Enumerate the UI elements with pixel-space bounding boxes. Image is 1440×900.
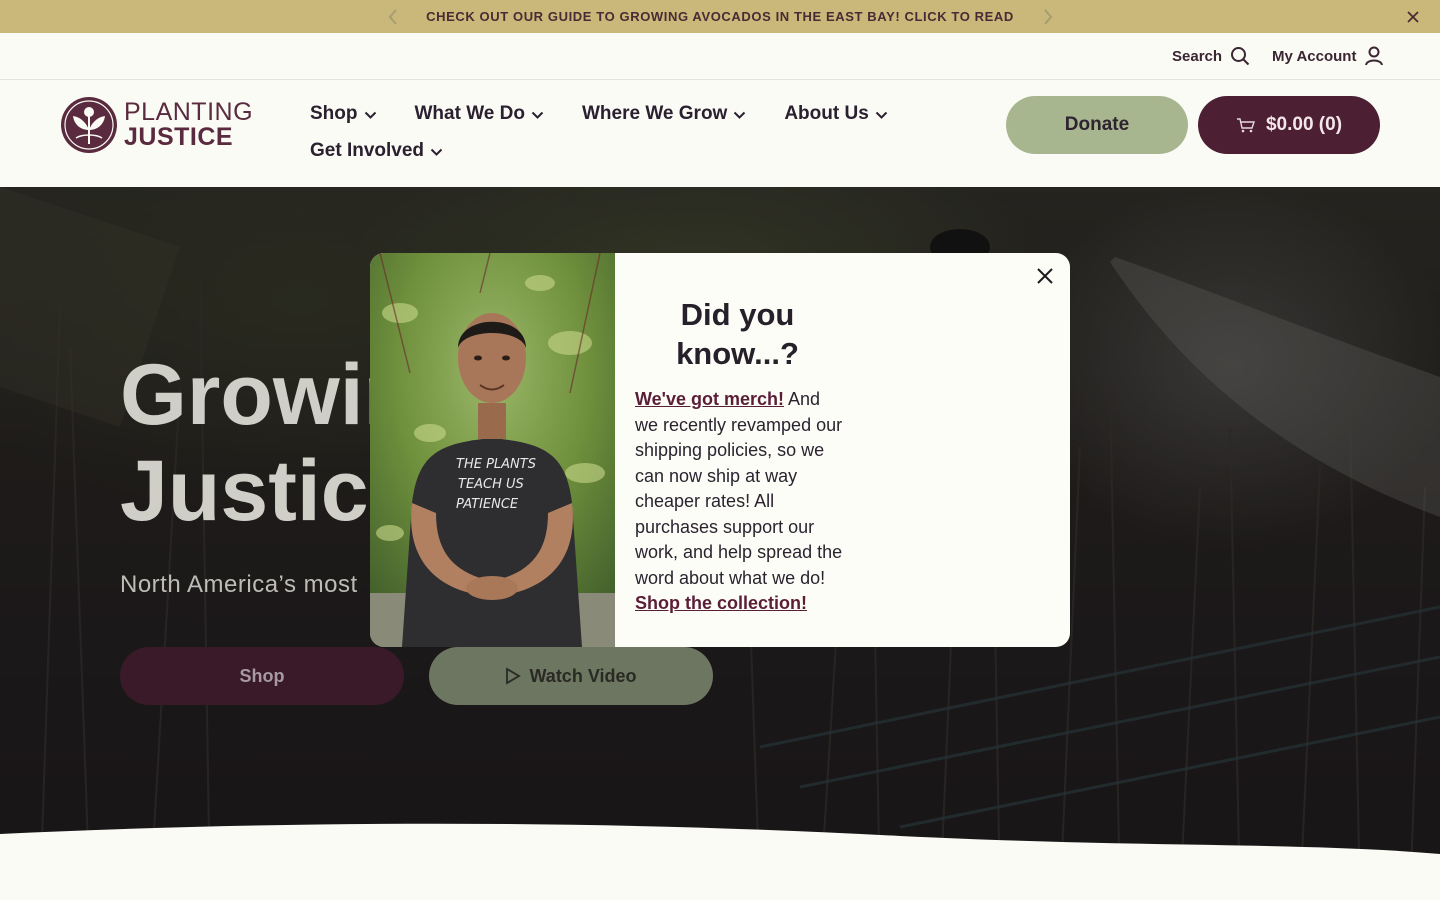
donate-button[interactable]: Donate — [1006, 96, 1188, 154]
utility-bar: Search My Account — [0, 33, 1440, 80]
hero-subtitle: North America’s most — [120, 571, 358, 598]
chevron-down-icon — [531, 111, 544, 119]
play-icon — [506, 667, 522, 685]
nav-item-shop[interactable]: Shop — [310, 102, 377, 125]
search-label: Search — [1172, 47, 1223, 65]
main-nav: Shop What We Do Where We Grow About Us G… — [310, 102, 930, 162]
nav-item-label: About Us — [784, 102, 869, 124]
chevron-down-icon — [430, 148, 443, 156]
cart-icon — [1236, 118, 1255, 133]
donate-label: Donate — [1064, 114, 1130, 135]
announcement-text[interactable]: CHECK OUT OUR GUIDE TO GROWING AVOCADOS … — [426, 9, 1014, 24]
modal-body-text: And we recently revamped our shipping po… — [635, 389, 843, 588]
chevron-down-icon — [364, 111, 376, 119]
nav-item-label: Where We Grow — [581, 102, 728, 124]
close-icon[interactable] — [1404, 8, 1422, 26]
shirt-text-line: THE PLANTS — [456, 457, 536, 472]
search-icon — [1231, 47, 1250, 66]
merch-link[interactable]: We've got merch! — [635, 389, 784, 409]
search-link[interactable]: Search — [1172, 46, 1250, 66]
chevron-right-icon[interactable] — [1038, 7, 1058, 27]
nav-item-label: Shop — [310, 102, 358, 124]
shirt-text-line: PATIENCE — [456, 497, 519, 512]
nav-item-get-involved[interactable]: Get Involved — [310, 139, 443, 162]
watch-video-label: Watch Video — [529, 665, 637, 686]
cart-total: $0.00 (0) — [1265, 114, 1343, 135]
shop-collection-link[interactable]: Shop the collection! — [635, 593, 807, 613]
chevron-down-icon — [875, 111, 887, 119]
site-header: PLANTING JUSTICE Shop What We Do Where W… — [0, 80, 1440, 187]
logo-line-1: PLANTING — [124, 98, 254, 126]
chevron-left-icon[interactable] — [383, 7, 403, 27]
nav-item-label: Get Involved — [310, 139, 425, 161]
logo-line-2: JUSTICE — [124, 123, 234, 151]
modal-body: We've got merch! And we recently revampe… — [635, 387, 845, 617]
nav-item-what-we-do[interactable]: What We Do — [415, 102, 544, 125]
account-link[interactable]: My Account — [1272, 46, 1384, 66]
modal-title: Did you know...? — [676, 297, 799, 371]
nav-item-about-us[interactable]: About Us — [784, 102, 887, 125]
announcement-bar[interactable]: CHECK OUT OUR GUIDE TO GROWING AVOCADOS … — [0, 0, 1440, 33]
chevron-down-icon — [734, 111, 746, 119]
nav-item-label: What We Do — [414, 102, 525, 124]
cart-button[interactable]: $0.00 (0) — [1198, 96, 1380, 154]
watch-video-button[interactable]: Watch Video — [429, 647, 713, 705]
modal-close-button[interactable] — [1034, 265, 1056, 287]
merch-popup-modal: THE PLANTS TEACH US PATIENCE Did you kno… — [370, 253, 1070, 647]
user-icon — [1365, 46, 1384, 66]
nav-item-where-we-grow[interactable]: Where We Grow — [582, 102, 746, 125]
close-icon — [1037, 268, 1053, 284]
hero-shop-label: Shop — [239, 665, 285, 686]
account-label: My Account — [1272, 47, 1357, 65]
shirt-text-line: TEACH US — [458, 477, 524, 492]
logo-mark-icon — [61, 97, 117, 153]
modal-photo: THE PLANTS TEACH US PATIENCE — [370, 253, 615, 647]
hero-shop-button[interactable]: Shop — [120, 647, 404, 705]
logo[interactable]: PLANTING JUSTICE — [60, 96, 253, 154]
section-divider-wave — [0, 823, 1440, 900]
